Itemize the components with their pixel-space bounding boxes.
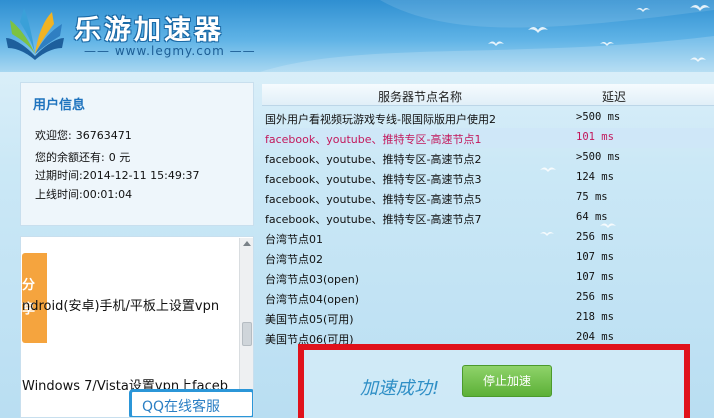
server-latency: 107 ms [576,251,614,263]
welcome-label: 欢迎您: [35,129,72,142]
server-row[interactable]: 台湾节点03(open) 107 ms [262,268,714,288]
expire-label: 过期时间: [35,169,83,182]
server-row[interactable]: 台湾节点01 256 ms [262,228,714,248]
server-latency: >500 ms [576,111,621,123]
expire-value: 2014-12-11 15:49:37 [82,169,200,182]
server-latency: 204 ms [576,331,614,343]
server-row[interactable]: 美国节点05(可用) 218 ms [262,308,714,328]
server-name: facebook、youtube、推特专区-高速节点2 [265,153,482,166]
user-info-title: 用户信息 [33,98,86,113]
app-url-text: www.legmy.com [114,44,225,58]
server-latency: 75 ms [576,191,608,203]
server-name: 台湾节点03(open) [265,273,360,286]
scroll-thumb[interactable] [242,322,252,346]
server-latency: 107 ms [576,271,614,283]
server-latency: >500 ms [576,151,621,163]
balance-label: 您的余额还有: [35,151,105,164]
balance-value: 0 元 [108,151,131,164]
server-latency: 256 ms [576,291,614,303]
status-message: 加速成功! [360,378,440,399]
server-rows: 国外用户看视频玩游戏专线-限国际版用户使用2 >500 ms facebook、yo… [262,108,714,348]
server-name: 国外用户看视频玩游戏专线-限国际版用户使用2 [265,113,496,126]
server-latency: 218 ms [576,311,614,323]
server-name: 台湾节点01 [265,233,323,246]
server-row[interactable]: facebook、youtube、推特专区-高速节点7 64 ms [262,208,714,228]
online-line: 上线时间:00:01:04 [35,186,132,202]
server-row[interactable]: facebook、youtube、推特专区-高速节点3 124 ms [262,168,714,188]
server-row[interactable]: facebook、youtube、推特专区-高速节点5 75 ms [262,188,714,208]
server-row[interactable]: facebook、youtube、推特专区-高速节点2 >500 ms [262,148,714,168]
server-table: 服务器节点名称 延迟 国外用户看视频玩游戏专线-限国际版用户使用2 >500 ms… [262,84,714,346]
server-latency: 101 ms [576,131,614,143]
column-header-latency[interactable]: 延迟 [602,88,626,105]
server-row[interactable]: facebook、youtube、推特专区-高速节点1 101 ms [262,128,714,148]
expire-line: 过期时间:2014-12-11 15:49:37 [35,167,200,183]
server-latency: 64 ms [576,211,608,223]
server-row[interactable]: 台湾节点02 107 ms [262,248,714,268]
server-name: facebook、youtube、推特专区-高速节点1 [265,133,482,146]
server-name: 美国节点05(可用) [265,313,354,326]
server-name: 台湾节点04(open) [265,293,360,306]
table-header: 服务器节点名称 延迟 [262,84,714,106]
server-name: 台湾节点02 [265,253,323,266]
app-url: —— www.legmy.com —— [84,44,256,58]
user-id: 36763471 [75,129,132,142]
stop-accelerate-button[interactable]: 停止加速 [462,365,552,397]
server-latency: 124 ms [576,171,614,183]
scroll-up-icon[interactable] [243,241,251,246]
server-name: facebook、youtube、推特专区-高速节点5 [265,193,482,206]
server-row[interactable]: 国外用户看视频玩游戏专线-限国际版用户使用2 >500 ms [262,108,714,128]
online-value: 00:01:04 [82,188,133,201]
news-panel: 分享 ndroid(安卓)手机/平板上设置vpn Windows 7/Vista… [20,236,254,418]
news-item[interactable]: ndroid(安卓)手机/平板上设置vpn [22,295,219,314]
server-latency: 256 ms [576,231,614,243]
user-info-panel: 用户信息 欢迎您: 36763471 您的余额还有: 0 元 过期时间:2014-1… [20,82,254,226]
app-title: 乐游加速器 [74,15,224,46]
server-name: facebook、youtube、推特专区-高速节点7 [265,213,482,226]
welcome-line: 欢迎您: 36763471 [35,127,132,143]
qq-support-button[interactable]: QQ在线客服 [129,389,253,417]
status-box: 加速成功! 停止加速 [298,344,690,418]
server-name: facebook、youtube、推特专区-高速节点3 [265,173,482,186]
server-row[interactable]: 台湾节点04(open) 256 ms [262,288,714,308]
book-logo-icon [6,8,64,60]
column-header-name[interactable]: 服务器节点名称 [378,88,462,105]
balance-line: 您的余额还有: 0 元 [35,149,130,165]
app-header: 乐游加速器 —— www.legmy.com —— [0,0,714,72]
online-label: 上线时间: [35,188,83,201]
